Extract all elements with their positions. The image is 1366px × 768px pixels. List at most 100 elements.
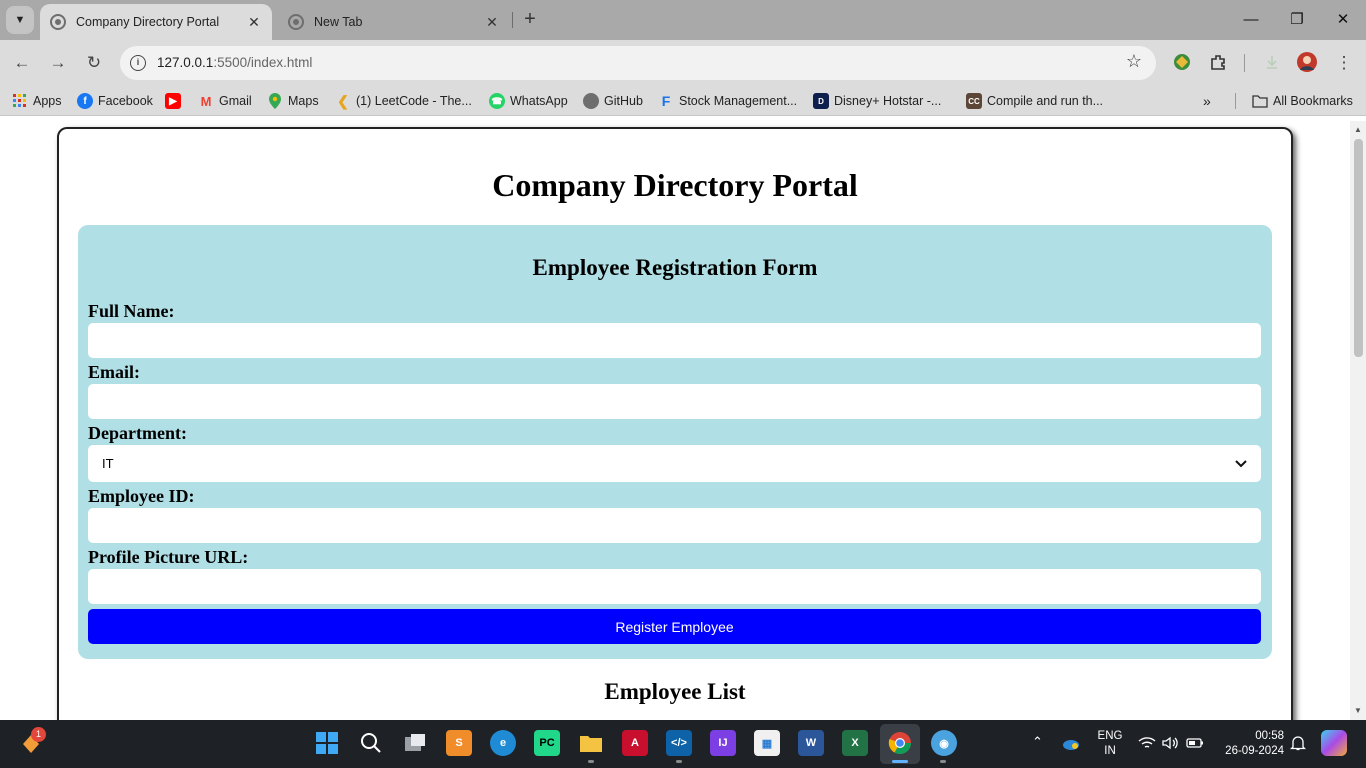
bookmark-youtube[interactable]: ▶ xyxy=(165,92,186,110)
full-name-input[interactable] xyxy=(88,323,1261,358)
firebase-icon: F xyxy=(661,93,671,109)
tab-company-directory[interactable]: Company Directory Portal ✕ xyxy=(40,4,272,40)
search-icon[interactable] xyxy=(358,730,384,756)
profile-url-input[interactable] xyxy=(88,569,1261,604)
reload-icon[interactable]: ↻ xyxy=(82,51,106,75)
acrobat-icon[interactable]: A xyxy=(622,730,648,756)
department-label: Department: xyxy=(88,423,187,443)
onedrive-icon[interactable] xyxy=(1060,730,1082,756)
chrome-icon[interactable] xyxy=(887,730,913,756)
whatsapp-icon: ☎ xyxy=(489,93,505,109)
download-icon[interactable] xyxy=(1262,52,1282,72)
maps-icon xyxy=(267,93,283,109)
show-hidden-icons-icon[interactable]: ⌃ xyxy=(1032,734,1043,749)
word-icon[interactable]: W xyxy=(798,730,824,756)
bookmark-codechef[interactable]: CC Compile and run th... xyxy=(966,92,1103,110)
bookmark-whatsapp[interactable]: ☎ WhatsApp xyxy=(489,92,568,110)
folder-icon xyxy=(1252,93,1268,109)
wifi-icon[interactable] xyxy=(1138,736,1156,755)
notification-bell-icon[interactable] xyxy=(1289,735,1307,756)
bookmark-leetcode[interactable]: ❮ (1) LeetCode - The... xyxy=(335,92,472,110)
bookmark-apps[interactable]: Apps xyxy=(12,92,62,110)
bookmark-label: Compile and run th... xyxy=(987,94,1104,108)
close-tab-icon[interactable]: ✕ xyxy=(246,14,262,31)
intellij-icon[interactable]: IJ xyxy=(710,730,736,756)
gmail-icon: M xyxy=(200,93,212,109)
bookmark-star-icon[interactable]: ☆ xyxy=(1126,51,1142,72)
sublime-text-icon[interactable]: S xyxy=(446,730,472,756)
hotstar-icon: D xyxy=(813,93,829,109)
scroll-down-icon[interactable]: ▼ xyxy=(1354,706,1362,715)
email-label: Email: xyxy=(88,362,140,382)
tab-new-tab[interactable]: New Tab ✕ xyxy=(278,4,510,40)
language-line2: IN xyxy=(1104,745,1116,757)
bookmark-label: (1) LeetCode - The... xyxy=(356,94,472,108)
url-host: 127.0.0.1 xyxy=(157,55,214,70)
globe-favicon-icon xyxy=(50,14,66,30)
close-window-icon[interactable]: ✕ xyxy=(1329,8,1357,32)
register-employee-button[interactable]: Register Employee xyxy=(88,609,1261,644)
bookmark-stock-management[interactable]: F Stock Management... xyxy=(658,92,797,110)
all-bookmarks[interactable]: All Bookmarks xyxy=(1252,92,1353,110)
task-view-icon[interactable] xyxy=(402,730,428,756)
codechef-icon: CC xyxy=(966,93,982,109)
profile-url-label: Profile Picture URL: xyxy=(88,547,249,567)
more-bookmarks-chevron-icon[interactable]: » xyxy=(1203,92,1211,110)
bookmark-gmail[interactable]: M Gmail xyxy=(198,92,252,110)
page-scrollbar[interactable]: ▲ ▼ xyxy=(1350,121,1366,720)
toolbar-divider xyxy=(1244,54,1245,72)
clock[interactable]: 00:58 26-09-2024 xyxy=(1218,729,1284,759)
forward-arrow-icon[interactable]: → xyxy=(46,51,70,75)
excel-icon[interactable]: X xyxy=(842,730,868,756)
volume-icon[interactable] xyxy=(1162,736,1180,755)
department-select[interactable]: IT xyxy=(88,445,1261,482)
facebook-icon: f xyxy=(77,93,93,109)
bookmarks-divider xyxy=(1235,93,1236,109)
page-viewport: Company Directory Portal Employee Regist… xyxy=(0,121,1350,720)
profile-avatar[interactable] xyxy=(1297,52,1317,72)
file-explorer-icon[interactable] xyxy=(578,730,604,756)
employee-list-title: Employee List xyxy=(604,679,746,704)
tab-title: New Tab xyxy=(314,15,363,29)
language-indicator[interactable]: ENG IN xyxy=(1094,729,1126,759)
running-indicator xyxy=(676,760,682,763)
store-icon[interactable]: ▦ xyxy=(754,730,780,756)
bookmark-label: Stock Management... xyxy=(679,94,798,108)
address-bar[interactable]: i 127.0.0.1:5500/index.html ☆ xyxy=(120,46,1156,80)
edge-icon[interactable]: e xyxy=(490,730,516,756)
employee-id-label: Employee ID: xyxy=(88,486,195,506)
scroll-up-icon[interactable]: ▲ xyxy=(1354,125,1362,134)
leetcode-icon: ❮ xyxy=(337,92,349,109)
vscode-icon[interactable]: </> xyxy=(666,730,692,756)
zoom-icon[interactable]: ◉ xyxy=(931,730,957,756)
close-tab-icon[interactable]: ✕ xyxy=(484,14,500,31)
site-info-icon[interactable]: i xyxy=(130,55,146,71)
bookmark-github[interactable]: GitHub xyxy=(583,92,643,110)
bookmark-label: Apps xyxy=(33,94,62,108)
email-input[interactable] xyxy=(88,384,1261,419)
restore-icon[interactable]: ❐ xyxy=(1283,8,1311,32)
bookmark-facebook[interactable]: f Facebook xyxy=(77,92,153,110)
extension-globe-icon[interactable] xyxy=(1172,52,1192,72)
chevron-down-icon: ▼ xyxy=(14,14,26,26)
clock-time: 00:58 xyxy=(1255,730,1284,742)
menu-kebab-icon[interactable]: ⋮ xyxy=(1332,51,1356,75)
bookmark-maps[interactable]: Maps xyxy=(267,92,319,110)
windows-start-icon[interactable] xyxy=(314,730,340,756)
battery-icon[interactable] xyxy=(1186,736,1204,755)
page-title: Company Directory Portal xyxy=(492,167,858,203)
copilot-icon[interactable] xyxy=(1321,730,1347,756)
bookmark-hotstar[interactable]: D Disney+ Hotstar -... xyxy=(813,92,941,110)
pycharm-icon[interactable]: PC xyxy=(534,730,560,756)
employee-id-input[interactable] xyxy=(88,508,1261,543)
scroll-thumb[interactable] xyxy=(1354,139,1363,357)
back-arrow-icon[interactable]: ← xyxy=(10,51,34,75)
minimize-icon[interactable]: — xyxy=(1237,8,1265,32)
url-path: :5500/index.html xyxy=(213,55,313,70)
tab-search-button[interactable]: ▼ xyxy=(6,6,34,34)
new-tab-button[interactable]: + xyxy=(518,8,542,32)
url-text[interactable]: 127.0.0.1:5500/index.html xyxy=(157,55,312,70)
bookmark-label: Disney+ Hotstar -... xyxy=(834,94,942,108)
extensions-puzzle-icon[interactable] xyxy=(1208,52,1228,72)
bookmark-label: Facebook xyxy=(98,94,153,108)
